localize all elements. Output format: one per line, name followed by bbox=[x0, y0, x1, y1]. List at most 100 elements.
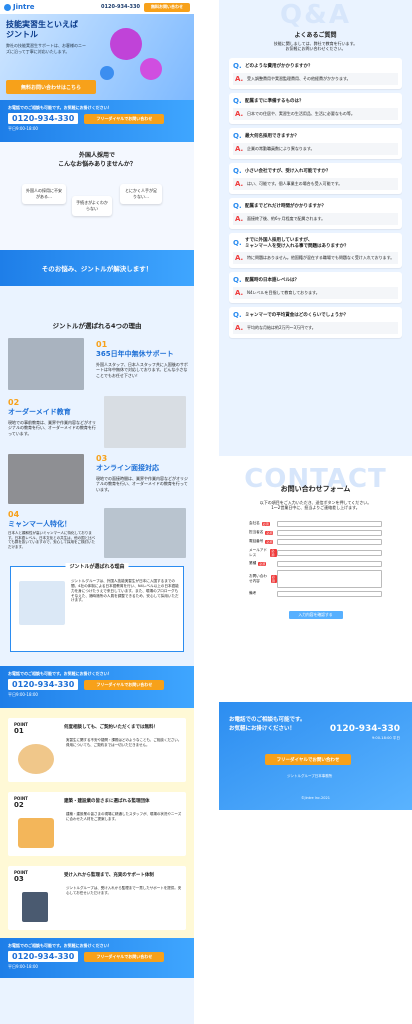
reason-body: 現地での面接時間は、業界や作業内容などがオリジナルの教育を行い、オーダーメイドの… bbox=[96, 476, 188, 492]
faq-item[interactable]: Q. ミャンマーでの平均賃金はどのくらいでしょうか？ A. 平均的な月給は約2万円〜3… bbox=[229, 306, 402, 338]
header-cta-button[interactable]: 無料お問い合わせ bbox=[144, 2, 190, 12]
worry-bubble: とにかく人手が足りない… bbox=[120, 184, 162, 204]
worries-answer: そのお悩み、ジントルが解決します！ bbox=[0, 250, 194, 286]
cta-phone[interactable]: 0120-934-330 bbox=[8, 679, 79, 691]
field-label: メールアドレス bbox=[249, 547, 267, 557]
footer-freedial-button[interactable]: フリーダイヤルでお問い合わせ bbox=[265, 754, 351, 765]
reason-body: 日本人と親和性が高いミャンマー人に特化しております。日本語レベル、日本文化との共… bbox=[8, 531, 96, 550]
form-row: 会社名 必須 bbox=[249, 520, 382, 527]
cta-band: お電話でのご相談も可能です。お気軽にお掛けください！ 0120-934-330 … bbox=[0, 666, 194, 708]
reason-title: オンライン面接対応 bbox=[96, 464, 159, 472]
reason-body: 現地での事前教育は、業界や作業内容などがオリジナルの教育を行い、オーダーメイドの… bbox=[8, 420, 96, 436]
hero: 技能実習生といえば ジントル 弊社の技能実習生サポートは、お客様のニーズに沿って… bbox=[0, 14, 194, 100]
company-input[interactable] bbox=[277, 520, 382, 527]
name-input[interactable] bbox=[277, 529, 382, 536]
faq-item[interactable]: Q. どのような費用がかかりますか？ A. 受入調整費用や実習監理費用、その他経費がか… bbox=[229, 57, 402, 89]
faq-question: 配属までに準備するものは？ bbox=[245, 98, 304, 104]
form-row: 業種 必須 bbox=[249, 560, 382, 567]
reason-num: 03 bbox=[96, 454, 108, 463]
faq-answer: 受入調整費用や実習監理費用、その他経費がかかります。 bbox=[247, 75, 351, 81]
reason-item: 03 オンライン面接対応 現地での面接時間は、業界や作業内容などがオリジナルの教… bbox=[96, 454, 188, 492]
faq-item[interactable]: Q. 小さい会社ですが、受け入れ可能ですか？ A. はい、可能です。個人事業主の場合も… bbox=[229, 162, 402, 194]
point-card: POINT 01 何度相談しても、ご契約いただくまでは無料！ 実習生に関する不安… bbox=[8, 718, 186, 782]
reason-photo bbox=[104, 508, 186, 558]
cta-freedial-button[interactable]: フリーダイヤルでお問い合わせ bbox=[84, 951, 165, 962]
form-row: 備考 bbox=[249, 590, 382, 597]
faq-question: 配属までどれだけ時間がかかりますか？ bbox=[245, 203, 326, 209]
cta-freedial-button[interactable]: フリーダイヤルでお問い合わせ bbox=[84, 113, 165, 124]
chosen-box: ジントルが選ばれる理由 ジントルグループは、外国人技能実習生が日本に入国するまで… bbox=[10, 563, 184, 652]
cta-freedial-button[interactable]: フリーダイヤルでお問い合わせ bbox=[84, 679, 165, 690]
field-label: お問い合わせ内容 bbox=[249, 573, 267, 583]
hero-cta-button[interactable]: 無料お問い合わせはこちら bbox=[6, 80, 96, 94]
field-label: 電話番号 bbox=[249, 539, 264, 544]
point-title: 建築・建設業の皆さまに選ばれる監理団体 bbox=[64, 799, 150, 804]
faq-question: 最大何名採用できますか？ bbox=[245, 133, 299, 139]
site-header: Jintre 0120-934-330 無料お問い合わせ bbox=[0, 0, 194, 14]
logo-icon bbox=[4, 3, 11, 11]
chosen-title: ジントルが選ばれる理由 bbox=[65, 563, 129, 570]
cta-band: お電話でのご相談も可能です。お気軽にお掛けください！ 0120-934-330 … bbox=[0, 938, 194, 978]
message-textarea[interactable] bbox=[277, 569, 382, 588]
cta-hours: 平日9:00-18:00 bbox=[8, 692, 38, 698]
point-illustration bbox=[22, 892, 48, 922]
phone-input[interactable] bbox=[277, 538, 382, 545]
point-illustration bbox=[18, 744, 54, 774]
confirm-button[interactable]: 入力内容を確認する bbox=[288, 610, 343, 619]
faq-item[interactable]: Q. 配属までどれだけ時間がかかりますか？ A. 面接終了後、約6ヶ月程度で配属されま… bbox=[229, 197, 402, 229]
field-label: 業種 bbox=[249, 561, 257, 566]
industry-input[interactable] bbox=[277, 560, 382, 567]
chosen-illustration bbox=[19, 581, 65, 625]
form-row: メールアドレス 必須 bbox=[249, 548, 382, 558]
logo[interactable]: Jintre bbox=[4, 3, 35, 11]
faq-item[interactable]: Q. すでに外国人採用していますが、 ミャンマー人を受け入れる事で問題はありますか… bbox=[229, 232, 402, 268]
point-body: 建築・建設業の皆さまの現場に精通したスタッフが、現場の状況やニーズに合わせた人材… bbox=[66, 812, 182, 821]
point-body: 実習生に関する不安や疑問・課題はどのようなことも、ご相談ください。費用についても… bbox=[66, 738, 182, 747]
cta-phone[interactable]: 0120-934-330 bbox=[8, 951, 79, 963]
footer-hours: 9:00-18:00 平日 bbox=[371, 736, 400, 740]
cta-lead: お電話でのご相談も可能です。お気軽にお掛けください！ bbox=[8, 105, 112, 110]
faq-question: 配属時の日本語レベルは？ bbox=[245, 277, 299, 283]
faq-item[interactable]: Q. 最大何名採用できますか？ A. 企業の常勤職員数により異なります。 bbox=[229, 127, 402, 159]
required-badge: 必須 bbox=[261, 521, 270, 526]
faq-answer: 特に問題はありません。他国籍が混在する職場でも問題なく受け入れております。 bbox=[247, 254, 395, 260]
contact-lead: 以下の項目をご入力いただき、送信ボタンを押してください。 1〜2営業日中に、担当… bbox=[259, 500, 372, 511]
form-row: 担当者名 必須 bbox=[249, 529, 382, 536]
faq-question: 小さい会社ですが、受け入れ可能ですか？ bbox=[245, 168, 331, 174]
field-label: 担当者名 bbox=[249, 530, 264, 535]
faq-answer: N4レベルを目指して教育しております。 bbox=[247, 289, 320, 295]
worries-section: 外国人採用で こんなお悩みありませんか？ 外国人の採用に不安がある… 手続きがよ… bbox=[0, 142, 194, 250]
point-card: POINT 03 受け入れから監理まで、充実のサポート体制 ジントルグループは、… bbox=[8, 866, 186, 930]
reason-photo bbox=[8, 338, 84, 390]
faq-answer: 平均的な月給は約2万円〜3万円です。 bbox=[247, 324, 316, 330]
cta-lead: お電話でのご相談も可能です。お気軽にお掛けください！ bbox=[8, 671, 112, 676]
point-body: ジントルグループは、受け入れから監理まで一貫したサポートを提供。安心してお任せい… bbox=[66, 886, 182, 895]
faq-answer: 面接終了後、約6ヶ月程度で配属されます。 bbox=[247, 215, 326, 221]
field-label: 会社名 bbox=[249, 521, 260, 526]
landing-page-right: Q&A よくあるご質問 技能に関しましては、弊社で教育を行います。 お気軽にお問… bbox=[219, 0, 412, 1024]
worry-bubble: 手続きがよくわからない bbox=[72, 196, 112, 216]
email-input[interactable] bbox=[277, 549, 382, 556]
reason-title: オーダーメイド教育 bbox=[8, 408, 71, 416]
cta-phone[interactable]: 0120-934-330 bbox=[8, 113, 79, 125]
reason-title: 365日年中無休サポート bbox=[96, 350, 174, 358]
required-badge: 必須 bbox=[265, 539, 274, 544]
point-title: 受け入れから監理まで、充実のサポート体制 bbox=[64, 873, 154, 878]
footer-phone[interactable]: 0120-934-330 bbox=[330, 724, 400, 734]
field-label: 備考 bbox=[249, 591, 257, 596]
notes-input[interactable] bbox=[277, 590, 382, 597]
point-title: 何度相談しても、ご契約いただくまでは無料！ bbox=[64, 725, 159, 730]
faq-watermark: Q&A bbox=[280, 0, 351, 30]
reasons-title: ジントルが選ばれる4つの理由 bbox=[52, 322, 142, 330]
header-phone[interactable]: 0120-934-330 bbox=[101, 4, 140, 10]
cta-lead: お電話でのご相談も可能です。お気軽にお掛けください！ bbox=[8, 943, 112, 948]
point-card: POINT 02 建築・建設業の皆さまに選ばれる監理団体 建築・建設業の皆さまの… bbox=[8, 792, 186, 856]
reasons-section: ジントルが選ばれる4つの理由 01 365日年中無休サポート 外国人スタッフ、日… bbox=[0, 286, 194, 558]
faq-title: よくあるご質問 bbox=[294, 32, 337, 39]
footer-copyright: ©Jintre Inc.2021 bbox=[301, 796, 330, 800]
faq-item[interactable]: Q. 配属時の日本語レベルは？ A. N4レベルを目指して教育しております。 bbox=[229, 271, 402, 303]
point-num: 01 bbox=[14, 727, 24, 735]
point-num: 02 bbox=[14, 801, 24, 809]
faq-item[interactable]: Q. 配属までに準備するものは？ A. 日本での住居や、実習生の生活用品、生活に必要な… bbox=[229, 92, 402, 124]
faq-question: すでに外国人採用していますが、 ミャンマー人を受け入れる事で問題はありますか？ bbox=[245, 237, 349, 249]
